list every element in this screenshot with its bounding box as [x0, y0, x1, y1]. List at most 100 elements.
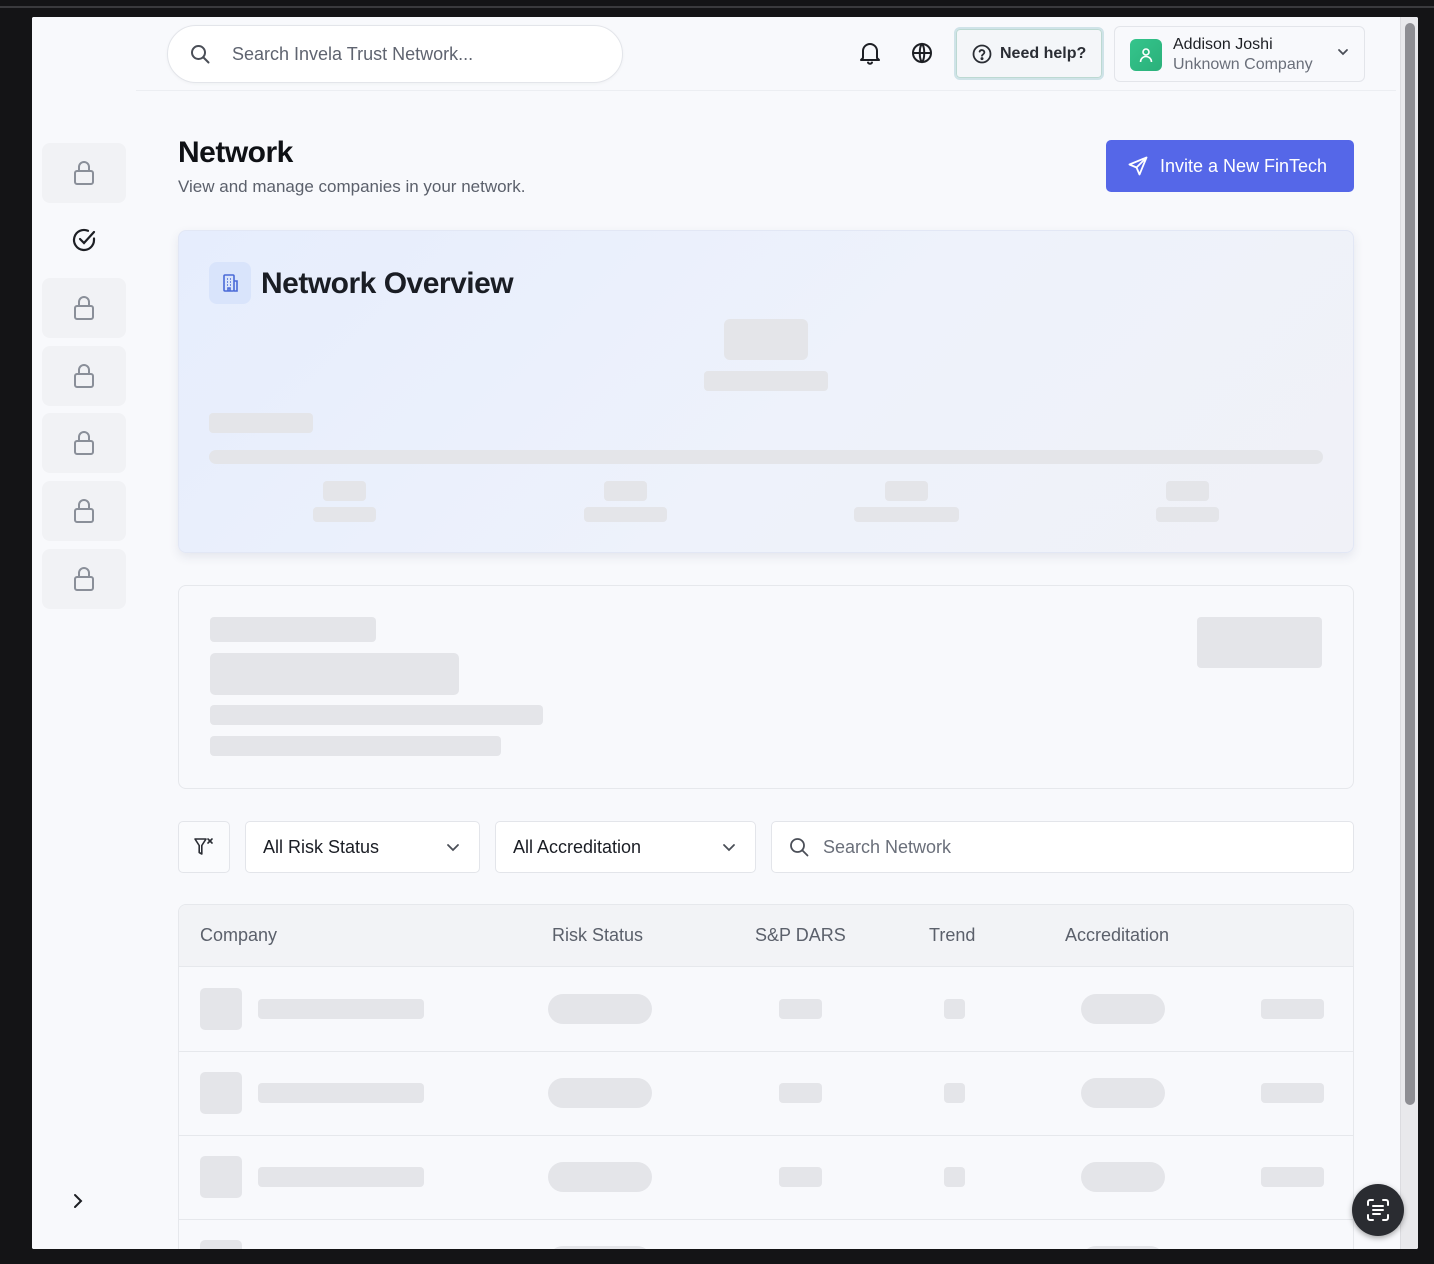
sidebar-item-locked-2[interactable]	[42, 278, 126, 338]
chevron-down-icon	[447, 844, 459, 852]
window-scrollbar[interactable]	[1400, 17, 1418, 1249]
skeleton-accreditation-badge	[1081, 1162, 1165, 1192]
column-trend[interactable]: Trend	[929, 925, 975, 946]
sidebar-expand-button[interactable]	[68, 1191, 88, 1211]
skeleton-accreditation-badge	[1081, 1078, 1165, 1108]
skeleton-stat-value	[1166, 481, 1209, 501]
skeleton-dars	[779, 999, 822, 1019]
skeleton-line	[210, 736, 501, 756]
invite-fintech-button[interactable]: Invite a New FinTech	[1106, 140, 1354, 192]
lock-icon	[74, 567, 94, 591]
skeleton-risk-badge	[548, 1162, 652, 1192]
network-search-placeholder: Search Network	[823, 836, 952, 857]
filter-x-icon	[194, 838, 213, 855]
lock-icon	[74, 296, 94, 320]
skeleton-dars	[779, 1167, 822, 1187]
loading-card	[178, 585, 1354, 789]
table-row[interactable]	[179, 1052, 1353, 1136]
page-subtitle: View and manage companies in your networ…	[178, 177, 526, 196]
sidebar-item-locked-4[interactable]	[42, 413, 126, 473]
accreditation-select[interactable]: All Accreditation	[495, 821, 756, 873]
sidebar-item-locked-6[interactable]	[42, 549, 126, 609]
skeleton-accreditation-badge	[1081, 994, 1165, 1024]
skeleton-stat-value	[604, 481, 647, 501]
global-search-placeholder: Search Invela Trust Network...	[232, 43, 474, 64]
skeleton-logo	[200, 1156, 242, 1198]
sidebar-item-tasks[interactable]	[42, 210, 126, 270]
skeleton-stat-label	[854, 507, 959, 522]
skeleton-line	[210, 617, 376, 642]
risk-status-select[interactable]: All Risk Status	[245, 821, 480, 873]
skeleton-risk-badge	[548, 1246, 652, 1249]
table-row[interactable]	[179, 968, 1353, 1052]
send-icon	[1128, 156, 1148, 176]
skeleton-company-name	[258, 999, 424, 1019]
skeleton-accreditation-badge	[1081, 1246, 1165, 1249]
globe-icon	[912, 42, 932, 64]
skeleton-stat-value	[885, 481, 928, 501]
network-overview-card: Network Overview	[178, 230, 1354, 553]
chevron-down-icon	[723, 844, 735, 852]
scrollbar-thumb[interactable]	[1405, 23, 1415, 1105]
need-help-button[interactable]: Need help?	[954, 27, 1104, 80]
skeleton-bar	[209, 450, 1323, 464]
top-bar: Search Invela Trust Network... Need help…	[136, 17, 1396, 91]
lock-icon	[74, 161, 94, 185]
column-accreditation[interactable]: Accreditation	[1065, 925, 1169, 946]
invite-fintech-label: Invite a New FinTech	[1160, 155, 1328, 176]
skeleton-trend	[944, 999, 965, 1019]
app-window: Search Invela Trust Network... Need help…	[32, 17, 1418, 1249]
skeleton-logo	[200, 988, 242, 1030]
skeleton-stat-value	[323, 481, 366, 501]
language-button[interactable]	[908, 39, 936, 67]
question-circle-icon	[972, 44, 992, 63]
skeleton-risk-badge	[548, 994, 652, 1024]
column-sp-dars[interactable]: S&P DARS	[755, 925, 846, 946]
sidebar-item-locked-5[interactable]	[42, 481, 126, 541]
chevron-down-icon	[1338, 49, 1348, 56]
lock-icon	[74, 431, 94, 455]
user-icon	[1139, 48, 1153, 63]
table-row[interactable]	[179, 1220, 1353, 1249]
skeleton-total	[724, 319, 808, 360]
skeleton-logo	[200, 1072, 242, 1114]
network-overview-title: Network Overview	[261, 267, 514, 300]
skeleton-total-label	[704, 371, 828, 391]
skeleton-stat-label	[584, 507, 667, 522]
skeleton-trend	[944, 1083, 965, 1103]
sidebar	[32, 17, 136, 1249]
sidebar-item-locked-3[interactable]	[42, 346, 126, 406]
skeleton-stat-label	[1156, 507, 1219, 522]
skeleton-action	[1261, 1167, 1324, 1187]
skeleton-logo	[200, 1240, 242, 1249]
chevron-right-icon	[74, 1194, 83, 1208]
table-header: Company Risk Status S&P DARS Trend Accre…	[179, 905, 1353, 967]
accreditation-value: All Accreditation	[513, 836, 642, 857]
user-name: Addison Joshi	[1173, 36, 1273, 53]
search-icon	[790, 838, 809, 857]
sidebar-item-locked-1[interactable]	[42, 143, 126, 203]
skeleton-trend	[944, 1167, 965, 1187]
global-search-input[interactable]: Search Invela Trust Network...	[167, 25, 623, 83]
skeleton-line	[210, 653, 459, 695]
search-icon	[191, 45, 210, 64]
lock-icon	[74, 499, 94, 523]
top-edge	[0, 6, 1434, 8]
skeleton-action	[1261, 999, 1324, 1019]
risk-status-value: All Risk Status	[263, 836, 380, 857]
network-search-input[interactable]: Search Network	[771, 821, 1354, 873]
screen-reader-button[interactable]	[1352, 1184, 1404, 1236]
bell-icon	[860, 43, 880, 65]
building-icon	[209, 262, 251, 304]
notifications-button[interactable]	[856, 39, 884, 67]
avatar	[1130, 39, 1162, 71]
user-company: Unknown Company	[1173, 56, 1313, 73]
skeleton-company-name	[258, 1083, 424, 1103]
clear-filters-button[interactable]	[178, 821, 230, 873]
skeleton-risk-badge	[548, 1078, 652, 1108]
table-row[interactable]	[179, 1136, 1353, 1220]
column-risk-status[interactable]: Risk Status	[552, 925, 643, 946]
skeleton-line	[210, 705, 543, 725]
column-company[interactable]: Company	[200, 925, 277, 946]
user-menu[interactable]: Addison Joshi Unknown Company	[1114, 26, 1365, 82]
